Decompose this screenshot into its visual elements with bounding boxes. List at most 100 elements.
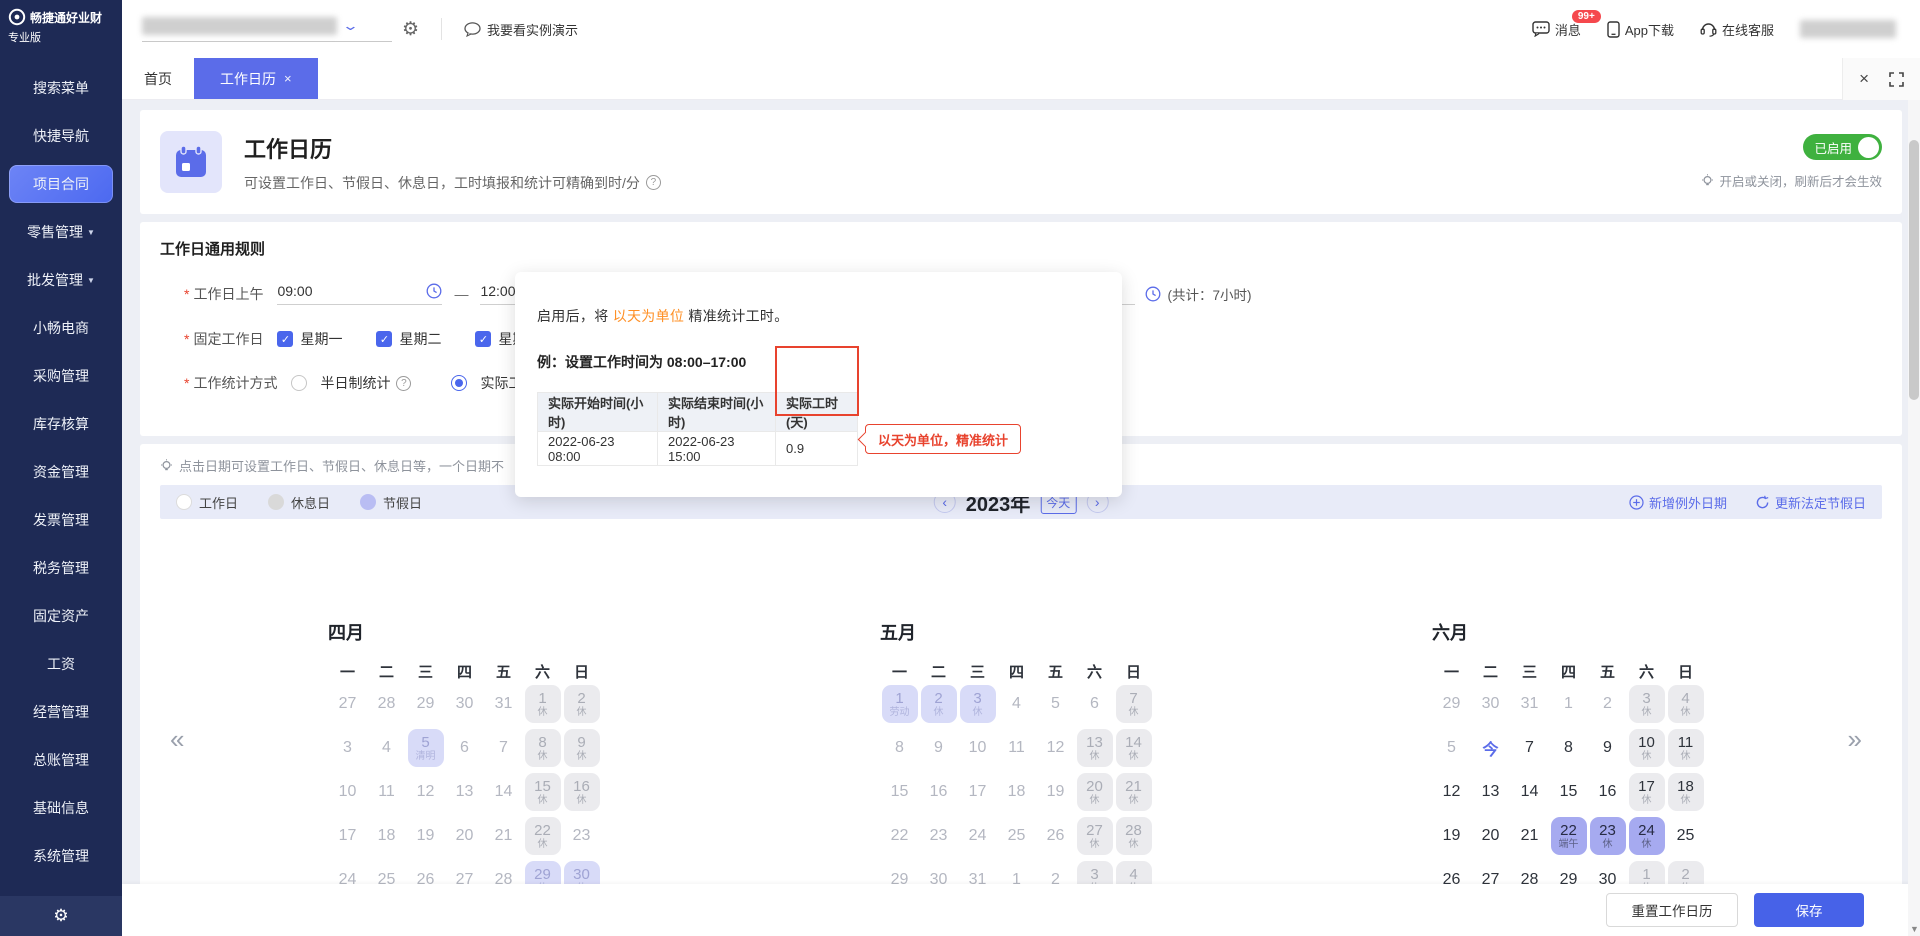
sidebar-item-税务管理[interactable]: 税务管理 [0, 544, 122, 592]
topbar-gear-icon[interactable]: ⚙ [402, 18, 419, 41]
day-cell-29[interactable]: 29 [1432, 682, 1471, 726]
day-cell-7[interactable]: 7 [1510, 726, 1549, 770]
day-cell-24[interactable]: 24 [958, 814, 997, 858]
sidebar-item-工资[interactable]: 工资 [0, 640, 122, 688]
app-download-button[interactable]: App下载 [1607, 20, 1674, 39]
sidebar-item-资金管理[interactable]: 资金管理 [0, 448, 122, 496]
day-cell-20[interactable]: 20 [1471, 814, 1510, 858]
sidebar-item-经营管理[interactable]: 经营管理 [0, 688, 122, 736]
day-cell-21[interactable]: 21 休 [1114, 770, 1153, 814]
prev-months-arrow[interactable]: « [170, 724, 184, 755]
day-cell-10[interactable]: 10 [328, 770, 367, 814]
day-cell-31[interactable]: 31 [1510, 682, 1549, 726]
tab-close-icon[interactable]: × [284, 71, 292, 86]
day-cell-17[interactable]: 17 休 [1627, 770, 1666, 814]
update-holidays-button[interactable]: 更新法定节假日 [1755, 493, 1866, 512]
day-cell-14[interactable]: 14 休 [1114, 726, 1153, 770]
enabled-toggle[interactable]: 已启用 [1803, 134, 1882, 160]
day-cell-6[interactable]: 6 [445, 726, 484, 770]
day-cell-3[interactable]: 3休 [1627, 682, 1666, 726]
tab-work-calendar[interactable]: 工作日历 × [194, 58, 318, 99]
redacted-username[interactable] [1800, 20, 1896, 38]
day-cell-今[interactable]: 今 [1471, 726, 1510, 770]
day-cell-23[interactable]: 23 休 [1588, 814, 1627, 858]
day-cell-29[interactable]: 29 [406, 682, 445, 726]
day-cell-9[interactable]: 9休 [562, 726, 601, 770]
day-cell-1[interactable]: 1劳动 [880, 682, 919, 726]
day-cell-18[interactable]: 18 [997, 770, 1036, 814]
day-cell-16[interactable]: 16 休 [562, 770, 601, 814]
tab-home[interactable]: 首页 [122, 58, 194, 99]
day-cell-19[interactable]: 19 [1036, 770, 1075, 814]
day-cell-8[interactable]: 8 [1549, 726, 1588, 770]
day-cell-5[interactable]: 5 [1036, 682, 1075, 726]
scrollbar[interactable]: ▼ [1908, 100, 1920, 936]
day-cell-3[interactable]: 3休 [958, 682, 997, 726]
day-cell-13[interactable]: 13 [445, 770, 484, 814]
fullscreen-icon[interactable] [1889, 71, 1904, 87]
day-cell-6[interactable]: 6 [1075, 682, 1114, 726]
help-question-icon[interactable]: ? [396, 375, 412, 391]
day-cell-20[interactable]: 20 休 [1075, 770, 1114, 814]
day-cell-30[interactable]: 30 [445, 682, 484, 726]
day-cell-17[interactable]: 17 [328, 814, 367, 858]
day-cell-22[interactable]: 22 [880, 814, 919, 858]
org-switcher[interactable]: ⌄ [142, 16, 392, 42]
sidebar-item-系统管理[interactable]: 系统管理 [0, 832, 122, 880]
sidebar-item-批发管理[interactable]: 批发管理 ▼ [0, 256, 122, 304]
sidebar-item-库存核算[interactable]: 库存核算 [0, 400, 122, 448]
day-cell-21[interactable]: 21 [1510, 814, 1549, 858]
day-cell-5[interactable]: 5 清明 [406, 726, 445, 770]
sidebar-item-基础信息[interactable]: 基础信息 [0, 784, 122, 832]
day-cell-11[interactable]: 11休 [1666, 726, 1705, 770]
day-cell-12[interactable]: 12 [406, 770, 445, 814]
messages-button[interactable]: 消息 99+ [1532, 9, 1601, 39]
day-cell-28[interactable]: 28 休 [1114, 814, 1153, 858]
day-cell-25[interactable]: 25 [1666, 814, 1705, 858]
weekday-checkbox-星期一[interactable]: ✓ 星期一 [277, 329, 342, 349]
day-cell-2[interactable]: 2休 [562, 682, 601, 726]
day-cell-10[interactable]: 10 [958, 726, 997, 770]
day-cell-30[interactable]: 30 [1471, 682, 1510, 726]
day-cell-8[interactable]: 8 [880, 726, 919, 770]
day-cell-3[interactable]: 3 [328, 726, 367, 770]
day-cell-13[interactable]: 13 休 [1075, 726, 1114, 770]
day-cell-14[interactable]: 14 [1510, 770, 1549, 814]
day-cell-9[interactable]: 9 [919, 726, 958, 770]
day-cell-19[interactable]: 19 [1432, 814, 1471, 858]
day-cell-24[interactable]: 24 休 [1627, 814, 1666, 858]
day-cell-7[interactable]: 7休 [1114, 682, 1153, 726]
save-button[interactable]: 保存 [1754, 893, 1864, 927]
day-cell-19[interactable]: 19 [406, 814, 445, 858]
day-cell-1[interactable]: 1 [1549, 682, 1588, 726]
day-cell-13[interactable]: 13 [1471, 770, 1510, 814]
day-cell-16[interactable]: 16 [1588, 770, 1627, 814]
day-cell-4[interactable]: 4休 [1666, 682, 1705, 726]
sidebar-item-快捷导航[interactable]: 快捷导航 [0, 112, 122, 160]
day-cell-2[interactable]: 2休 [919, 682, 958, 726]
day-cell-23[interactable]: 23 [919, 814, 958, 858]
scrollbar-thumb[interactable] [1909, 140, 1919, 400]
day-cell-26[interactable]: 26 [1036, 814, 1075, 858]
stat-option-半日制统计[interactable]: 半日制统计? [291, 373, 412, 393]
day-cell-28[interactable]: 28 [367, 682, 406, 726]
sidebar-item-总账管理[interactable]: 总账管理 [0, 736, 122, 784]
sidebar-item-项目合同[interactable]: 项目合同 [9, 165, 113, 203]
day-cell-12[interactable]: 12 [1036, 726, 1075, 770]
add-exception-button[interactable]: 新增例外日期 [1629, 493, 1727, 512]
sidebar-item-零售管理[interactable]: 零售管理 ▼ [0, 208, 122, 256]
day-cell-22[interactable]: 22 端午 [1549, 814, 1588, 858]
day-cell-25[interactable]: 25 [997, 814, 1036, 858]
day-cell-1[interactable]: 1休 [523, 682, 562, 726]
day-cell-11[interactable]: 11 [367, 770, 406, 814]
sidebar-item-搜索菜单[interactable]: 搜索菜单 [0, 64, 122, 112]
close-all-tabs-icon[interactable]: × [1859, 69, 1869, 89]
day-cell-22[interactable]: 22 休 [523, 814, 562, 858]
day-cell-7[interactable]: 7 [484, 726, 523, 770]
help-question-icon[interactable]: ? [645, 175, 661, 190]
day-cell-4[interactable]: 4 [367, 726, 406, 770]
day-cell-15[interactable]: 15 休 [523, 770, 562, 814]
day-cell-12[interactable]: 12 [1432, 770, 1471, 814]
day-cell-23[interactable]: 23 [562, 814, 601, 858]
sidebar-item-小畅电商[interactable]: 小畅电商 [0, 304, 122, 352]
